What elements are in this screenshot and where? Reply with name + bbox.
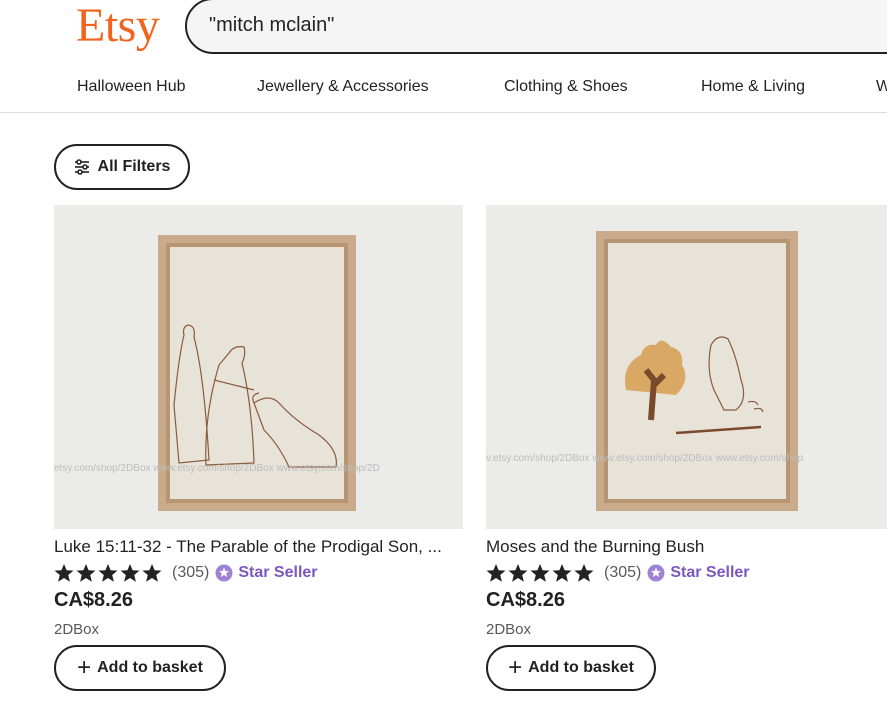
review-count: (305) (172, 564, 210, 581)
search-query: "mitch mclain" (209, 14, 335, 36)
star-icon (552, 564, 572, 582)
product-rating: (305) Star Seller (486, 562, 750, 584)
add-to-basket-button[interactable]: + Add to basket (54, 645, 226, 691)
shop-name[interactable]: 2DBox (54, 621, 99, 638)
watermark: etsy.com/shop/2DBox www.etsy.com/shop/2D… (54, 463, 380, 474)
star-icon (142, 564, 162, 582)
star-icon (508, 564, 528, 582)
header-divider (0, 112, 887, 113)
review-count: (305) (604, 564, 642, 581)
star-rating (54, 563, 164, 583)
search-input[interactable]: "mitch mclain" (185, 0, 887, 54)
nav-item-truncated[interactable]: W (876, 78, 887, 96)
plus-icon: + (508, 654, 523, 681)
watermark: v.etsy.com/shop/2DBox www.etsy.com/shop/… (486, 453, 804, 464)
shop-name[interactable]: 2DBox (486, 621, 531, 638)
product-price: CA$8.26 (486, 589, 565, 611)
add-to-basket-label: Add to basket (97, 659, 203, 676)
star-seller-label: Star Seller (670, 564, 750, 581)
product-price: CA$8.26 (54, 589, 133, 611)
star-icon (54, 564, 74, 582)
all-filters-label: All Filters (97, 158, 171, 175)
nav-item-clothing-shoes[interactable]: Clothing & Shoes (504, 78, 628, 96)
nav-item-halloween-hub[interactable]: Halloween Hub (77, 78, 186, 96)
star-seller-badge-icon (647, 564, 665, 582)
plus-icon: + (77, 654, 92, 681)
product-title[interactable]: Moses and the Burning Bush (486, 537, 704, 557)
add-to-basket-label: Add to basket (528, 659, 634, 676)
star-icon (486, 564, 506, 582)
product-rating: (305) Star Seller (54, 562, 318, 584)
category-nav: Halloween Hub Jewellery & Accessories Cl… (0, 78, 887, 98)
product-title[interactable]: Luke 15:11-32 - The Parable of the Prodi… (54, 537, 442, 557)
etsy-logo[interactable]: Etsy (76, 0, 160, 54)
star-seller-badge-icon (215, 564, 233, 582)
product-image-burning-bush[interactable]: v.etsy.com/shop/2DBox www.etsy.com/shop/… (486, 205, 887, 529)
filter-sliders-icon (74, 159, 89, 175)
star-icon (530, 564, 550, 582)
star-rating (486, 563, 596, 583)
star-seller-label: Star Seller (238, 564, 318, 581)
star-icon (98, 564, 118, 582)
star-icon (76, 564, 96, 582)
add-to-basket-button[interactable]: + Add to basket (486, 645, 656, 691)
product-image-prodigal-son[interactable]: etsy.com/shop/2DBox www.etsy.com/shop/2D… (54, 205, 463, 529)
nav-item-home-living[interactable]: Home & Living (701, 78, 805, 96)
star-icon (574, 564, 594, 582)
all-filters-button[interactable]: All Filters (54, 144, 190, 190)
nav-item-jewellery-accessories[interactable]: Jewellery & Accessories (257, 78, 429, 96)
star-icon (120, 564, 140, 582)
